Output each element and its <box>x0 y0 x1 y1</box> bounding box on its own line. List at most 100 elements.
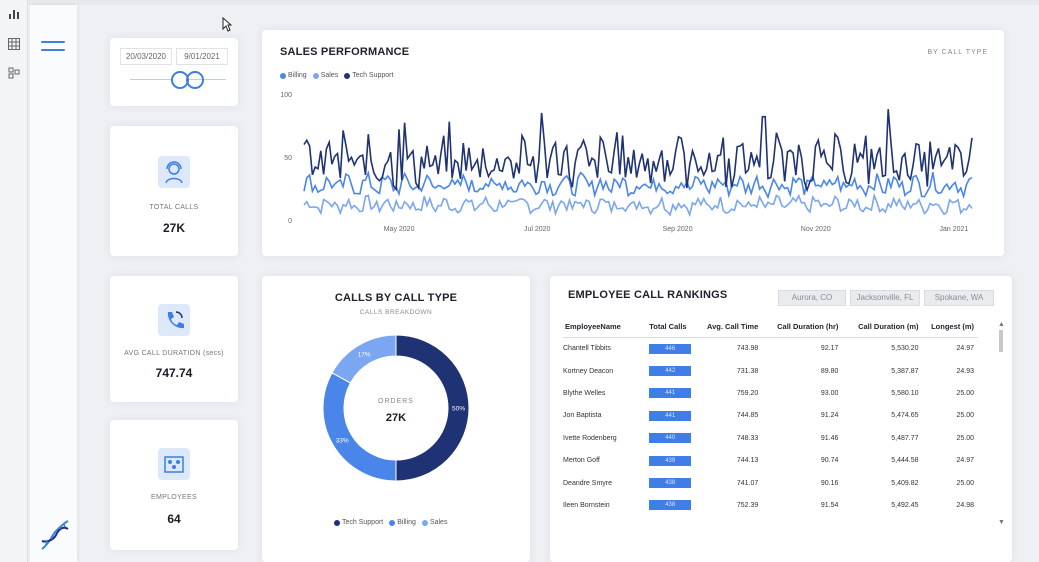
table-row[interactable]: Chantell Tibbits 446 743.98 92.17 5,530.20 24… <box>563 338 978 360</box>
kpi-total-calls: TOTAL CALLS 27K <box>110 126 238 256</box>
series-line-billing[interactable] <box>303 170 973 200</box>
city-filter-spokane[interactable]: Spokane, WA <box>924 290 994 306</box>
data-view-icon[interactable] <box>6 38 22 54</box>
x-tick-label: May 2020 <box>384 226 415 233</box>
x-tick-label: Jan 2021 <box>939 226 968 233</box>
employee-rankings-table: EmployeeName Total Calls Avg. Call Time … <box>563 319 978 517</box>
date-slider-end-handle[interactable] <box>186 71 204 89</box>
cell-call-duration-hr: 90.16 <box>820 479 839 487</box>
donut-slice-label: 50% <box>452 406 465 413</box>
start-date-input[interactable]: 20/03/2020 <box>120 48 172 65</box>
sales-performance-card: SALES PERFORMANCE BY CALL TYPE Billing S… <box>262 30 1004 256</box>
cell-call-duration-m: 5,530.20 <box>891 345 919 353</box>
calls-by-type-card: CALLS BY CALL TYPE CALLS BREAKDOWN 50% 33… <box>262 276 530 562</box>
scroll-up-icon[interactable]: ▲ <box>998 321 1005 328</box>
cell-call-duration-m: 5,444.58 <box>891 457 919 465</box>
cell-call-duration-m: 5,387.87 <box>891 367 919 375</box>
table-row[interactable]: Merton Goff 439 744.13 90.74 5,444.58 24.97 <box>563 449 978 471</box>
donut-slice-billing[interactable] <box>322 372 397 482</box>
dna-logo-icon <box>41 520 69 550</box>
table-row[interactable]: Deandre Smyre 438 741.07 90.16 5,409.82 25.00 <box>563 472 978 494</box>
table-row[interactable]: Ileen Bornstein 438 752.39 91.54 5,492.45 24.… <box>563 494 978 516</box>
column-header-longest[interactable]: Longest (m) <box>922 319 978 338</box>
table-row[interactable]: Blythe Welles 441 759.20 93.00 5,580.10 25.00 <box>563 382 978 404</box>
table-header-row: EmployeeName Total Calls Avg. Call Time … <box>563 319 978 338</box>
kpi-employees-label: EMPLOYEES <box>151 494 197 501</box>
table-row[interactable]: Jon Baptista 441 744.85 91.24 5,474.65 25.00 <box>563 405 978 427</box>
legend-tech-support[interactable]: Tech Support <box>334 519 383 526</box>
city-filter-jacksonville[interactable]: Jacksonville, FL <box>850 290 920 306</box>
x-tick-label: Jul 2020 <box>524 226 551 233</box>
menu-icon[interactable] <box>41 41 65 55</box>
series-line-tech-support[interactable] <box>303 109 973 193</box>
kpi-employees-value: 64 <box>167 512 181 526</box>
column-header-total-calls[interactable]: Total Calls <box>647 319 699 338</box>
cell-total-calls: 440 <box>647 427 698 449</box>
cell-call-duration-hr: 91.54 <box>820 501 839 509</box>
x-tick-label: Nov 2020 <box>801 226 831 233</box>
kpi-avg-call-duration: AVG CALL DURATION (secs) 747.74 <box>110 276 238 402</box>
cell-longest: 25.00 <box>956 434 974 442</box>
legend-sales[interactable]: Sales <box>421 519 447 526</box>
cell-longest: 24.98 <box>956 501 974 509</box>
scroll-down-icon[interactable]: ▼ <box>998 519 1005 526</box>
cell-longest: 24.97 <box>956 345 974 353</box>
x-tick-label: Sep 2020 <box>663 226 693 233</box>
total-calls-bar: 438 <box>649 500 692 511</box>
report-view-icon[interactable] <box>6 8 22 24</box>
y-tick-label: 100 <box>280 92 292 99</box>
table-row[interactable]: Ivette Rodenberg 440 748.33 91.46 5,487.77 25… <box>563 427 978 449</box>
cell-call-duration-m: 5,492.45 <box>891 501 919 509</box>
cell-employee-name: Deandre Smyre <box>563 479 613 487</box>
cell-total-calls: 438 <box>647 494 698 516</box>
cell-total-calls: 439 <box>647 449 698 471</box>
total-calls-bar: 440 <box>649 433 692 444</box>
cell-total-calls: 441 <box>647 405 698 427</box>
total-calls-bar: 441 <box>649 388 692 399</box>
donut-center-label: ORDERS <box>378 398 414 405</box>
column-header-call-duration-hr[interactable]: Call Duration (hr) <box>762 319 843 338</box>
cell-total-calls: 441 <box>647 382 698 404</box>
y-tick-label: 50 <box>284 155 292 162</box>
model-view-icon[interactable] <box>6 67 22 83</box>
donut-slice-label: 17% <box>358 352 371 359</box>
cell-call-duration-m: 5,580.10 <box>891 389 919 397</box>
table-scrollbar[interactable]: ▲ ▼ <box>998 321 1005 526</box>
total-calls-bar: 442 <box>649 366 692 377</box>
cell-call-duration-hr: 91.46 <box>820 434 839 442</box>
cell-longest: 25.00 <box>956 389 974 397</box>
total-calls-bar: 446 <box>649 343 692 354</box>
table-row[interactable]: Kortney Deacon 442 731.38 89.80 5,387.87 24.9… <box>563 360 978 382</box>
cell-avg-call-time: 752.39 <box>736 501 759 509</box>
cell-call-duration-hr: 92.17 <box>820 345 839 353</box>
cell-total-calls: 442 <box>647 360 698 382</box>
donut-slice-sales[interactable] <box>331 334 397 384</box>
city-filter-aurora[interactable]: Aurora, CO <box>778 290 846 306</box>
cell-call-duration-hr: 91.24 <box>820 412 839 420</box>
cell-call-duration-m: 5,409.82 <box>891 479 919 487</box>
cell-call-duration-m: 5,487.77 <box>891 434 919 442</box>
cell-call-duration-m: 5,474.65 <box>891 412 919 420</box>
legend-billing[interactable]: Billing <box>389 519 416 526</box>
sales-performance-line-chart[interactable]: 0 50 100 May 2020 Jul 2020 Sep 2020 Nov 2020 Ja… <box>262 30 1004 256</box>
cell-longest: 25.00 <box>956 479 974 487</box>
cell-longest: 24.93 <box>956 367 974 375</box>
series-line-sales[interactable] <box>303 192 973 218</box>
total-calls-bar: 439 <box>649 455 692 466</box>
column-header-avg-call-time[interactable]: Avg. Call Time <box>698 319 763 338</box>
column-header-call-duration-m[interactable]: Call Duration (m) <box>842 319 923 338</box>
cell-employee-name: Chantell Tibbits <box>563 345 611 353</box>
y-tick-label: 0 <box>288 218 292 225</box>
kpi-avg-call-duration-value: 747.74 <box>155 366 193 380</box>
report-sidebar <box>30 5 77 562</box>
kpi-total-calls-label: TOTAL CALLS <box>149 204 199 211</box>
cell-avg-call-time: 743.98 <box>736 345 759 353</box>
scrollbar-thumb[interactable] <box>999 330 1003 352</box>
headset-agent-icon <box>158 156 190 188</box>
cell-employee-name: Ileen Bornstein <box>563 501 610 509</box>
column-header-employee-name[interactable]: EmployeeName <box>563 319 648 338</box>
end-date-input[interactable]: 9/01/2021 <box>176 48 228 65</box>
mouse-cursor-icon <box>222 17 232 32</box>
total-calls-bar: 438 <box>649 478 692 489</box>
cell-total-calls: 438 <box>647 472 698 494</box>
